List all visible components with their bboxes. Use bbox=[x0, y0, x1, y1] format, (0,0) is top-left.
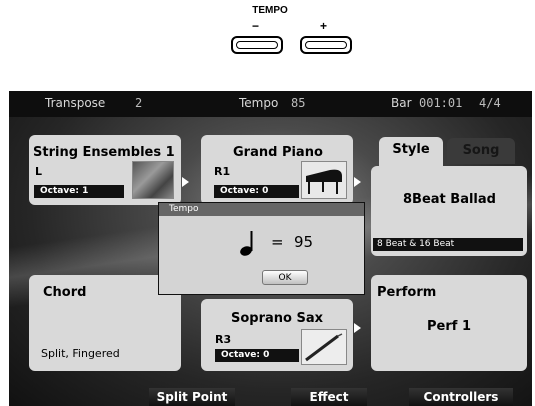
tempo-label: Tempo bbox=[239, 96, 279, 110]
chord-mode: Split, Fingered bbox=[41, 347, 120, 360]
ok-button[interactable]: OK bbox=[262, 270, 308, 285]
part-right1-voice-name: Grand Piano bbox=[233, 145, 323, 160]
quarter-note-icon bbox=[240, 231, 253, 256]
controllers-button[interactable]: Controllers bbox=[409, 388, 513, 406]
tempo-dialog: Tempo = 95 OK bbox=[158, 202, 365, 295]
part-right3-panel[interactable]: Soprano Sax R3 Octave: 0 bbox=[201, 299, 353, 371]
part-left-octave: Octave: 1 bbox=[34, 185, 124, 198]
part-right1-arrow-icon bbox=[354, 177, 361, 187]
tempo-dialog-equals: = bbox=[271, 233, 284, 251]
tab-song[interactable]: Song bbox=[447, 138, 515, 164]
tempo-value: 85 bbox=[291, 96, 306, 110]
tempo-dialog-value: 95 bbox=[294, 233, 314, 251]
part-right3-octave: Octave: 0 bbox=[215, 349, 299, 362]
time-signature: 4/4 bbox=[479, 96, 501, 110]
tempo-plus-button[interactable] bbox=[300, 36, 352, 54]
style-category: 8 Beat & 16 Beat bbox=[373, 238, 523, 251]
part-left-label: L bbox=[35, 165, 43, 178]
perform-panel[interactable]: Perform Perf 1 bbox=[371, 275, 527, 371]
transpose-label: Transpose bbox=[45, 96, 106, 110]
part-right3-label: R3 bbox=[215, 333, 232, 346]
softkey-bar: Split Point Effect Controllers bbox=[9, 388, 532, 406]
violin-thumbnail bbox=[132, 161, 174, 199]
style-name: 8Beat Ballad bbox=[403, 192, 496, 207]
part-left-arrow-icon bbox=[182, 177, 189, 187]
piano-thumbnail bbox=[301, 161, 347, 199]
saxophone-icon bbox=[305, 333, 343, 362]
tempo-dialog-title: Tempo bbox=[159, 203, 364, 216]
tempo-minus-sign: − bbox=[252, 19, 260, 33]
grand-piano-icon bbox=[306, 169, 342, 194]
style-panel[interactable]: 8Beat Ballad 8 Beat & 16 Beat bbox=[371, 166, 527, 256]
transpose-value: 2 bbox=[135, 96, 143, 110]
status-bar: Transpose 2 Tempo 85 Bar 001:01 4/4 bbox=[9, 91, 532, 117]
chord-title: Chord bbox=[43, 285, 87, 300]
saxophone-thumbnail bbox=[301, 329, 347, 365]
part-right1-panel[interactable]: Grand Piano R1 Octave: 0 bbox=[201, 135, 353, 205]
tempo-hardware-label: TEMPO bbox=[252, 5, 288, 16]
tempo-plus-sign: + bbox=[320, 19, 328, 33]
part-right3-arrow-icon bbox=[354, 323, 361, 333]
perform-value: Perf 1 bbox=[427, 319, 471, 334]
split-point-button[interactable]: Split Point bbox=[149, 388, 235, 406]
part-right3-voice-name: Soprano Sax bbox=[231, 311, 324, 326]
effect-button[interactable]: Effect bbox=[291, 388, 367, 406]
part-left-voice-name: String Ensembles 1 bbox=[33, 145, 175, 160]
part-right1-octave: Octave: 0 bbox=[214, 185, 299, 198]
bar-label: Bar bbox=[391, 96, 412, 110]
tab-style[interactable]: Style bbox=[379, 137, 443, 167]
bar-value: 001:01 bbox=[419, 96, 463, 110]
part-right1-label: R1 bbox=[214, 165, 231, 178]
tempo-minus-button[interactable] bbox=[231, 36, 283, 54]
part-left-panel[interactable]: String Ensembles 1 L Octave: 1 bbox=[29, 135, 181, 205]
perform-title: Perform bbox=[377, 285, 437, 300]
